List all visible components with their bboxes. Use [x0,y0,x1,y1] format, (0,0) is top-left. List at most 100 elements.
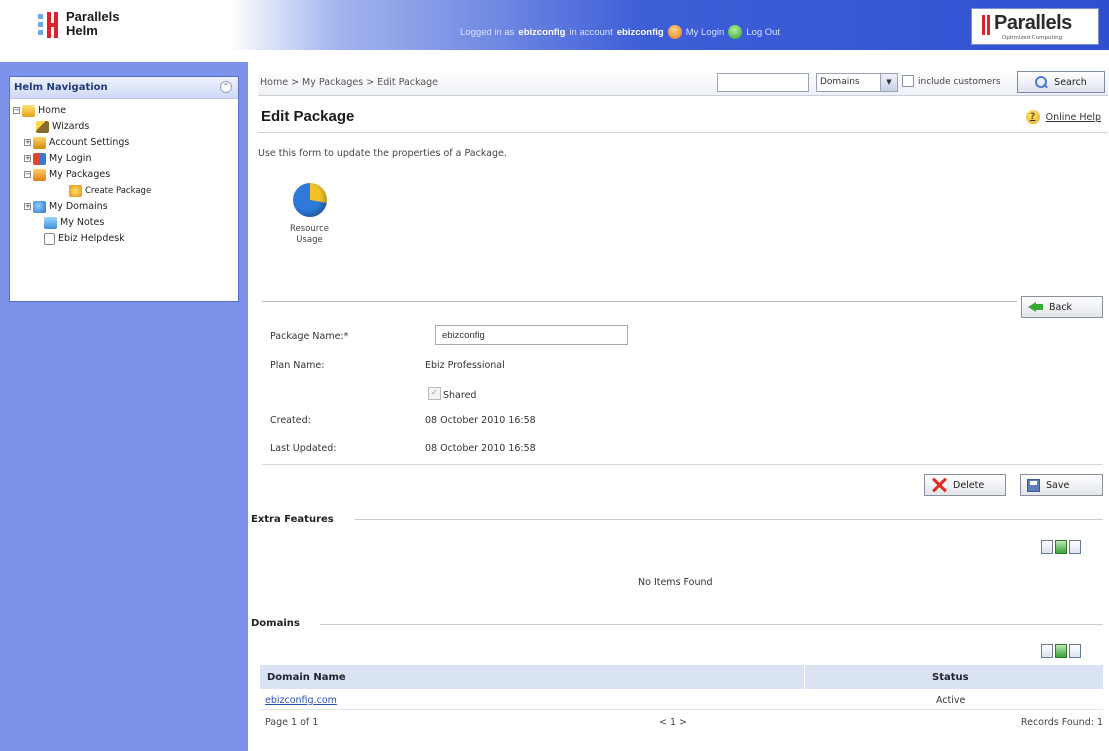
breadcrumb-bar: Home > My Packages > Edit Package Domain… [258,70,1108,96]
brand-name: Parallels Helm [66,10,120,38]
delete-button-label: Delete [953,479,985,491]
sidebar-item-create-package[interactable]: Create Package [69,183,151,198]
sidebar-item-account-settings[interactable]: + Account Settings [24,135,129,150]
plan-name-label: Plan Name: [270,360,325,371]
sidebar-item-my-packages[interactable]: − My Packages [24,167,110,182]
created-value: 08 October 2010 16:58 [425,415,536,426]
table-row: ebizconfig.com Active [260,690,1103,710]
expand-toggle-icon[interactable]: + [24,155,31,162]
domains-section-title: Domains [251,618,300,629]
search-button-label: Search [1054,76,1087,88]
back-button[interactable]: Back [1021,296,1103,318]
collapse-icon[interactable]: ⌃ [220,81,232,93]
pie-chart-icon [292,183,327,217]
brand-line-1: Parallels [66,9,120,24]
resource-usage-link[interactable]: Resource Usage [287,183,332,246]
navigation-title: Helm Navigation [14,82,108,93]
include-customers-checkbox[interactable] [902,75,914,87]
sidebar-item-ebiz-helpdesk[interactable]: Ebiz Helpdesk [44,231,125,246]
add-icon[interactable] [1041,644,1053,658]
export-excel-icon[interactable] [1055,540,1067,554]
package-name-field[interactable] [435,325,628,345]
delete-button[interactable]: Delete [924,474,1006,496]
collapse-toggle-icon[interactable]: − [24,171,31,178]
search-input[interactable] [717,73,809,92]
top-header: Parallels Helm Logged in as ebizconfig i… [0,0,1109,50]
parallels-logo: Parallels Optimized Computing [971,8,1099,45]
column-header-domain-name[interactable]: Domain Name [267,672,346,683]
column-separator [804,665,805,690]
save-icon [1027,478,1040,492]
sidebar-item-label: Account Settings [49,137,130,148]
section-divider [355,519,1103,520]
sidebar-item-label: Home [38,105,67,116]
sidebar-item-label: Ebiz Helpdesk [58,233,125,244]
section-divider [320,624,1103,625]
user-bar: Logged in as ebizconfig in account ebizc… [460,24,780,40]
document-icon [44,232,55,245]
page-title: Edit Package [261,108,355,125]
helm-navigation-panel: Helm Navigation ⌃ − Home Wizards + Accou… [9,76,239,302]
resource-usage-label: Resource Usage [290,224,329,245]
search-button[interactable]: Search [1017,71,1105,93]
add-icon[interactable] [1041,540,1053,554]
in-account-label: in account [569,26,613,38]
column-header-status[interactable]: Status [932,672,969,683]
divider [262,301,1017,302]
brand-line-2: Helm [66,23,98,38]
collapse-toggle-icon[interactable]: − [13,107,20,114]
table-header: Domain Name Status [260,665,1103,690]
package-icon [33,168,46,181]
search-scope-select[interactable]: Domains ▼ [816,73,898,92]
sidebar-item-wizards[interactable]: Wizards [36,119,89,134]
sidebar-item-label: My Domains [49,201,108,212]
search-scope-value: Domains [820,77,860,87]
include-customers-label: include customers [918,77,1001,87]
last-updated-label: Last Updated: [270,443,337,454]
domain-name-link[interactable]: ebizconfig.com [265,695,337,706]
sidebar-item-label: My Notes [60,217,105,228]
domains-icon [33,200,46,213]
extra-features-title: Extra Features [251,514,334,525]
domain-status: Active [936,695,966,706]
divider [262,464,1103,465]
empty-state-text: No Items Found [638,577,713,588]
log-out-link[interactable]: Log Out [746,27,780,38]
breadcrumb[interactable]: Home > My Packages > Edit Package [260,77,438,88]
sidebar: Helm Navigation ⌃ − Home Wizards + Accou… [0,62,248,751]
create-package-icon [69,184,82,197]
sidebar-item-label: My Packages [49,169,111,180]
sidebar-item-home[interactable]: − Home [13,103,66,118]
navigation-header: Helm Navigation ⌃ [10,77,238,99]
account-name: ebizconfig [616,26,664,38]
sidebar-item-my-domains[interactable]: + My Domains [24,199,108,214]
page-title-bar: Edit Package ? Online Help [258,100,1108,133]
online-help-link[interactable]: ? Online Help [1025,110,1101,124]
helm-logo-icon [38,12,60,38]
search-icon [1035,75,1048,89]
export-icon[interactable] [1069,644,1081,658]
shared-checkbox[interactable]: ✓ [428,387,441,400]
sidebar-item-my-login[interactable]: + My Login [24,151,91,166]
table-pager: Page 1 of 1 < 1 > Records Found: 1 [260,710,1103,734]
back-arrow-icon [1028,301,1043,313]
logged-in-user: ebizconfig [518,26,566,38]
records-found: Records Found: 1 [1020,717,1103,728]
sidebar-item-my-notes[interactable]: My Notes [44,215,104,230]
sidebar-item-label: Create Package [85,185,152,196]
my-login-link[interactable]: My Login [686,27,725,38]
export-excel-icon[interactable] [1055,644,1067,658]
back-button-label: Back [1049,301,1073,313]
save-button[interactable]: Save [1020,474,1103,496]
notes-icon [44,216,57,229]
dropdown-arrow-icon[interactable]: ▼ [880,74,897,91]
user-icon [33,152,46,165]
expand-toggle-icon[interactable]: + [24,203,31,210]
pagination-controls[interactable]: < 1 > [659,717,687,728]
export-icon[interactable] [1069,540,1081,554]
expand-toggle-icon[interactable]: + [24,139,31,146]
user-icon [667,25,682,39]
online-help-label: Online Help [1045,111,1101,123]
delete-icon [931,477,947,493]
home-icon [22,104,35,117]
